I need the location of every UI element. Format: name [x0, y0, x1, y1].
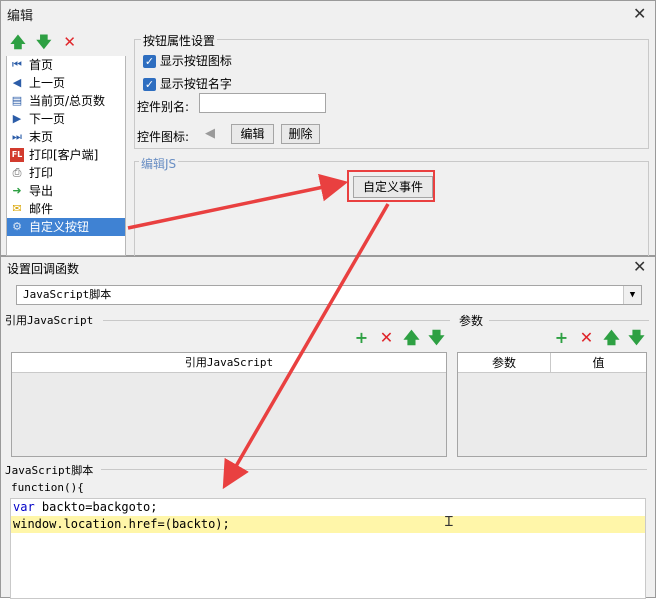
list-item-custom-button[interactable]: ⚙ 自定义按钮 [7, 218, 125, 236]
icon-preview: ◀ [205, 126, 215, 141]
edit-dialog: 编辑 ✕ 🡅 🡇 ✕ ⏮ 首页 ◀ 上一页 ▤ 当前页/总页数 ▶ 下一页 ⏭ 末页 FL… [0, 0, 656, 257]
list-item-next-page[interactable]: ▶ 下一页 [7, 110, 125, 128]
move-up-icon[interactable]: 🡅 [7, 31, 29, 53]
table-header: 参数 值 [458, 353, 646, 373]
chevron-down-icon[interactable]: ▼ [623, 286, 641, 304]
button-list: ⏮ 首页 ◀ 上一页 ▤ 当前页/总页数 ▶ 下一页 ⏭ 末页 FL 打印[客户端] ⎙ 打印… [6, 56, 126, 256]
move-up-icon[interactable]: 🡅 [599, 327, 624, 354]
printer-icon: ⎙ [12, 166, 22, 179]
show-icon-checkbox[interactable]: ✓ 显示按钮图标 [143, 52, 232, 69]
script-section-title: JavaScript脚本 [5, 464, 94, 477]
callback-dialog: 设置回调函数 ✕ JavaScript脚本 ▼ 引用JavaScript 参数 … [0, 256, 656, 599]
code-line-current: window.location.href=(backto); [11, 516, 645, 533]
delete-icon[interactable]: ✕ [374, 328, 399, 347]
edit-icon-button[interactable]: 编辑 [231, 124, 274, 144]
edit-dialog-title: 编辑 [7, 9, 34, 24]
list-item-label: 首页 [29, 58, 54, 72]
close-icon[interactable]: ✕ [633, 6, 646, 22]
alias-label: 控件别名: [137, 100, 190, 114]
move-up-icon[interactable]: 🡅 [399, 327, 424, 354]
script-type-select[interactable]: JavaScript脚本 ▼ [16, 285, 642, 305]
mail-icon: ✉ [12, 202, 22, 215]
column-header[interactable]: 值 [551, 353, 646, 372]
list-item-first-page[interactable]: ⏮ 首页 [7, 56, 125, 74]
divider [489, 320, 649, 321]
show-name-checkbox[interactable]: ✓ 显示按钮名字 [143, 75, 232, 92]
gear-icon: ⚙ [12, 220, 22, 233]
move-down-icon[interactable]: 🡇 [33, 31, 55, 53]
icon-label: 控件图标: [137, 130, 190, 144]
list-item-print[interactable]: ⎙ 打印 [7, 164, 125, 182]
list-item-label: 邮件 [29, 202, 54, 216]
param-section-title: 参数 [459, 314, 484, 328]
param-table: 参数 值 [457, 352, 647, 457]
list-item-label: 下一页 [29, 112, 66, 126]
move-down-icon[interactable]: 🡇 [624, 327, 649, 354]
check-icon: ✓ [143, 55, 156, 68]
list-item-label: 导出 [29, 184, 54, 198]
checkbox-label: 显示按钮名字 [159, 77, 232, 91]
list-item-label: 上一页 [29, 76, 66, 90]
page-count-icon: ▤ [11, 94, 23, 107]
code-keyword: var [13, 500, 35, 514]
ref-js-section-title: 引用JavaScript [5, 314, 94, 327]
text-cursor-icon: Ɪ [445, 514, 453, 530]
next-page-icon: ▶ [12, 112, 22, 125]
list-item-label: 打印 [29, 166, 54, 180]
list-item-page-count[interactable]: ▤ 当前页/总页数 [7, 92, 125, 110]
list-item-label: 打印[客户端] [29, 148, 99, 162]
button-properties-group: 按钮属性设置 ✓ 显示按钮图标 ✓ 显示按钮名字 控件别名: 控件图标: ◀ 编… [134, 32, 649, 149]
ref-js-toolbar: + ✕ 🡅 🡇 [349, 327, 449, 347]
group-title: 编辑JS [139, 155, 179, 172]
list-item-label: 自定义按钮 [29, 220, 90, 234]
callback-dialog-title: 设置回调函数 [7, 262, 80, 276]
ref-js-table: 引用JavaScript [11, 352, 447, 457]
first-page-icon: ⏮ [12, 58, 22, 71]
add-icon[interactable]: + [549, 328, 574, 347]
prev-page-icon: ◀ [12, 76, 22, 89]
code-line: var backto=backgoto; [11, 499, 645, 516]
group-title: 按钮属性设置 [141, 32, 218, 49]
column-header[interactable]: 参数 [458, 353, 551, 372]
delete-icon[interactable]: ✕ [59, 31, 81, 53]
divider [103, 320, 450, 321]
code-text: backto=backgoto; [34, 500, 158, 514]
button-list-toolbar: 🡅 🡇 ✕ [7, 31, 125, 55]
list-item-prev-page[interactable]: ◀ 上一页 [7, 74, 125, 92]
list-item-last-page[interactable]: ⏭ 末页 [7, 128, 125, 146]
column-header[interactable]: 引用JavaScript [12, 353, 446, 373]
divider [101, 469, 647, 470]
add-icon[interactable]: + [349, 328, 374, 347]
checkbox-label: 显示按钮图标 [159, 54, 232, 68]
delete-icon[interactable]: ✕ [574, 328, 599, 347]
last-page-icon: ⏭ [12, 130, 22, 143]
annotation-highlight-box [347, 170, 435, 202]
client-print-icon: FL [10, 148, 24, 162]
list-item-label: 末页 [29, 130, 54, 144]
delete-icon-button[interactable]: 删除 [281, 124, 320, 144]
list-item-client-print[interactable]: FL 打印[客户端] [7, 146, 125, 164]
code-editor[interactable]: var backto=backgoto; window.location.hre… [10, 498, 646, 599]
list-item-mail[interactable]: ✉ 邮件 [7, 200, 125, 218]
list-item-export[interactable]: ➜ 导出 [7, 182, 125, 200]
alias-input[interactable] [199, 93, 326, 113]
function-header: function(){ [11, 481, 84, 494]
close-icon[interactable]: ✕ [633, 259, 646, 275]
check-icon: ✓ [143, 78, 156, 91]
list-item-label: 当前页/总页数 [29, 94, 106, 108]
param-toolbar: + ✕ 🡅 🡇 [549, 327, 649, 347]
select-value: JavaScript脚本 [23, 288, 112, 301]
code-text: window.location.href=(backto); [13, 517, 230, 531]
export-icon: ➜ [12, 184, 22, 197]
move-down-icon[interactable]: 🡇 [424, 327, 449, 354]
